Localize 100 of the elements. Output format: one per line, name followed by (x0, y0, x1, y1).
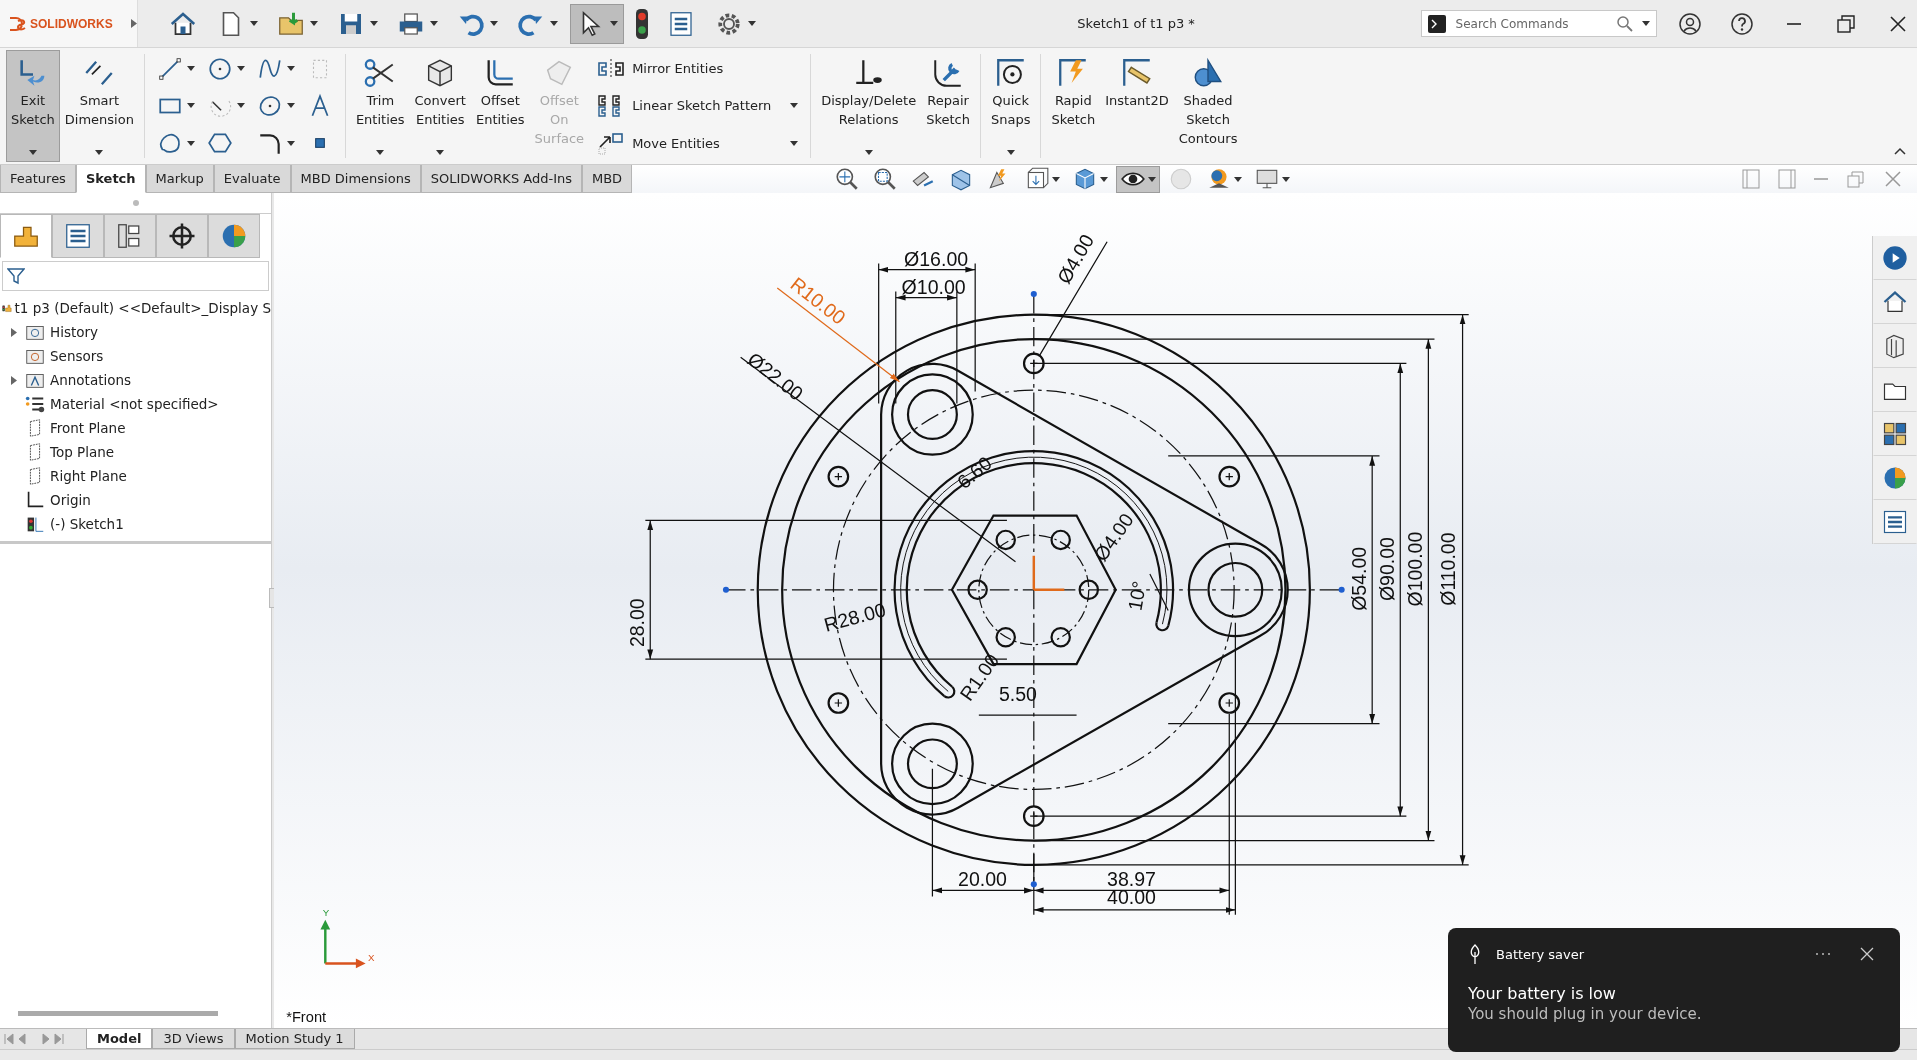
caret-icon (1100, 176, 1109, 182)
palette-grid-icon (1881, 420, 1909, 448)
caret-icon (1282, 176, 1291, 182)
command-tab[interactable]: SOLIDWORKS Add-Ins (420, 165, 582, 193)
restore-icon (1846, 169, 1866, 189)
search-box[interactable]: Search Commands (1420, 10, 1657, 37)
notification-app-name: Battery saver (1496, 946, 1586, 962)
search-icon (1616, 14, 1634, 33)
dimension-label[interactable]: Ø100.00 (1404, 531, 1427, 607)
ribbon-button[interactable]: Repair Sketch (921, 50, 975, 162)
caret-icon (1052, 176, 1061, 182)
window-title: Sketch1 of t1 p3 * (1076, 16, 1196, 31)
property-list-tab[interactable] (52, 214, 104, 258)
dimension-label[interactable]: Ø90.00 (1376, 537, 1399, 602)
dimension-label[interactable]: 28.00 (626, 598, 649, 648)
model-tab[interactable]: 3D Views (152, 1029, 235, 1049)
ribbon-button[interactable]: Trim Entities (350, 50, 410, 162)
caret-icon (236, 103, 245, 109)
ribbon-button[interactable]: Smart Dimension (59, 50, 139, 162)
command-tab[interactable]: Sketch (75, 165, 146, 193)
tree-item[interactable]: Right Plane (50, 468, 127, 484)
tree-item[interactable]: Front Plane (50, 420, 126, 436)
dimension-label[interactable]: 38.97 (1107, 867, 1156, 890)
dimension-label[interactable]: 20.00 (958, 867, 1007, 890)
select-button[interactable] (569, 3, 624, 44)
properties-list-icon (1881, 508, 1909, 536)
panel-grip-icon[interactable] (132, 200, 139, 206)
part-tab[interactable] (0, 214, 52, 258)
tree-item[interactable]: Material <not specified> (50, 396, 219, 412)
caret-icon (1148, 176, 1157, 182)
dimension-label[interactable]: Ø54.00 (1348, 546, 1371, 611)
ribbon-button[interactable]: Offset Entities (470, 50, 530, 162)
ribbon-button[interactable]: Shaded Sketch Contours (1173, 50, 1243, 162)
appearance-sphere-tab[interactable] (208, 214, 260, 258)
circle-icon (206, 55, 233, 82)
caret-icon (376, 150, 385, 155)
line-icon (156, 55, 183, 82)
caret-icon (429, 21, 438, 26)
filter-field[interactable] (2, 261, 269, 291)
search-input[interactable]: Search Commands (1453, 15, 1608, 32)
caret-icon (309, 21, 318, 26)
expand-arrow-icon (11, 375, 17, 385)
close-icon (1884, 170, 1902, 188)
leaf-icon (1468, 944, 1482, 964)
tree-item[interactable]: Annotations (50, 372, 132, 388)
ribbon-button[interactable]: Convert Entities (409, 50, 471, 162)
command-tab[interactable]: Features (0, 165, 76, 193)
caret-icon (95, 150, 104, 155)
restore-icon (1835, 12, 1857, 35)
model-tab[interactable]: Model (86, 1029, 153, 1049)
crosshair-icon (167, 221, 197, 251)
crosshair-tab[interactable] (156, 214, 208, 258)
ribbon-tool-button[interactable]: Linear Sketch Pattern (595, 91, 800, 121)
caret-icon (286, 66, 295, 72)
dimension-label[interactable]: Ø16.00 (904, 248, 969, 270)
caret-icon (549, 21, 558, 26)
ribbon-button[interactable]: Instant2D (1100, 50, 1174, 162)
scrollbar-thumb[interactable] (18, 1011, 218, 1016)
caret-icon (186, 66, 195, 72)
command-tab[interactable]: Markup (145, 165, 214, 193)
axis-triad-icon (320, 919, 366, 969)
tree-item[interactable]: Top Plane (50, 444, 115, 460)
tree-item[interactable]: t1 p3 (Default) <<Default>_Display S (14, 300, 271, 316)
notification-message: You should plug in your device. (1468, 1005, 1703, 1023)
tree-item[interactable]: (-) Sketch1 (50, 516, 124, 532)
ribbon-tool-button[interactable]: Move Entities (595, 128, 800, 159)
caret-icon (1006, 150, 1015, 155)
close-icon (1888, 13, 1908, 34)
configuration-tree-tab[interactable] (104, 214, 156, 258)
app-logo: SOLIDWORKS (30, 16, 113, 31)
caret-icon (286, 140, 295, 146)
caret-icon (286, 103, 295, 109)
dimension-label[interactable]: Ø110.00 (1437, 532, 1460, 606)
axis-label: X (368, 952, 375, 964)
collapse-ribbon-button[interactable] (1893, 146, 1907, 156)
dimension-label[interactable]: 10° (1123, 579, 1151, 613)
caret-icon (790, 140, 799, 146)
terminal-icon (1427, 14, 1446, 33)
model-tab[interactable]: Motion Study 1 (234, 1029, 355, 1049)
dimension-label[interactable]: R28.00 (821, 598, 889, 636)
tree-item[interactable]: Sensors (50, 348, 104, 364)
caret-icon (236, 66, 245, 72)
user-icon (1678, 11, 1702, 36)
filter-icon (7, 267, 25, 285)
ribbon-button[interactable]: Display/Delete Relations (816, 50, 922, 162)
command-tab[interactable]: MBD Dimensions (290, 165, 421, 193)
view-name: *Front (286, 1008, 327, 1025)
expand-arrow-icon[interactable] (130, 19, 137, 28)
hide-show-button[interactable] (1116, 165, 1161, 193)
ribbon-button[interactable]: Rapid Sketch (1046, 50, 1101, 162)
command-tab[interactable]: Evaluate (213, 165, 291, 193)
ribbon-button[interactable]: Exit Sketch (6, 50, 60, 162)
property-list-icon (63, 221, 93, 251)
caret-icon (249, 21, 258, 26)
tree-item[interactable]: History (50, 324, 99, 340)
ribbon-tool-button[interactable]: Mirror Entities (595, 53, 800, 84)
ribbon-button[interactable]: Quick Snaps (985, 50, 1036, 162)
tree-item[interactable]: Origin (50, 492, 91, 508)
dimension-label[interactable]: Ø10.00 (901, 276, 966, 298)
command-tab[interactable]: MBD (582, 165, 633, 193)
